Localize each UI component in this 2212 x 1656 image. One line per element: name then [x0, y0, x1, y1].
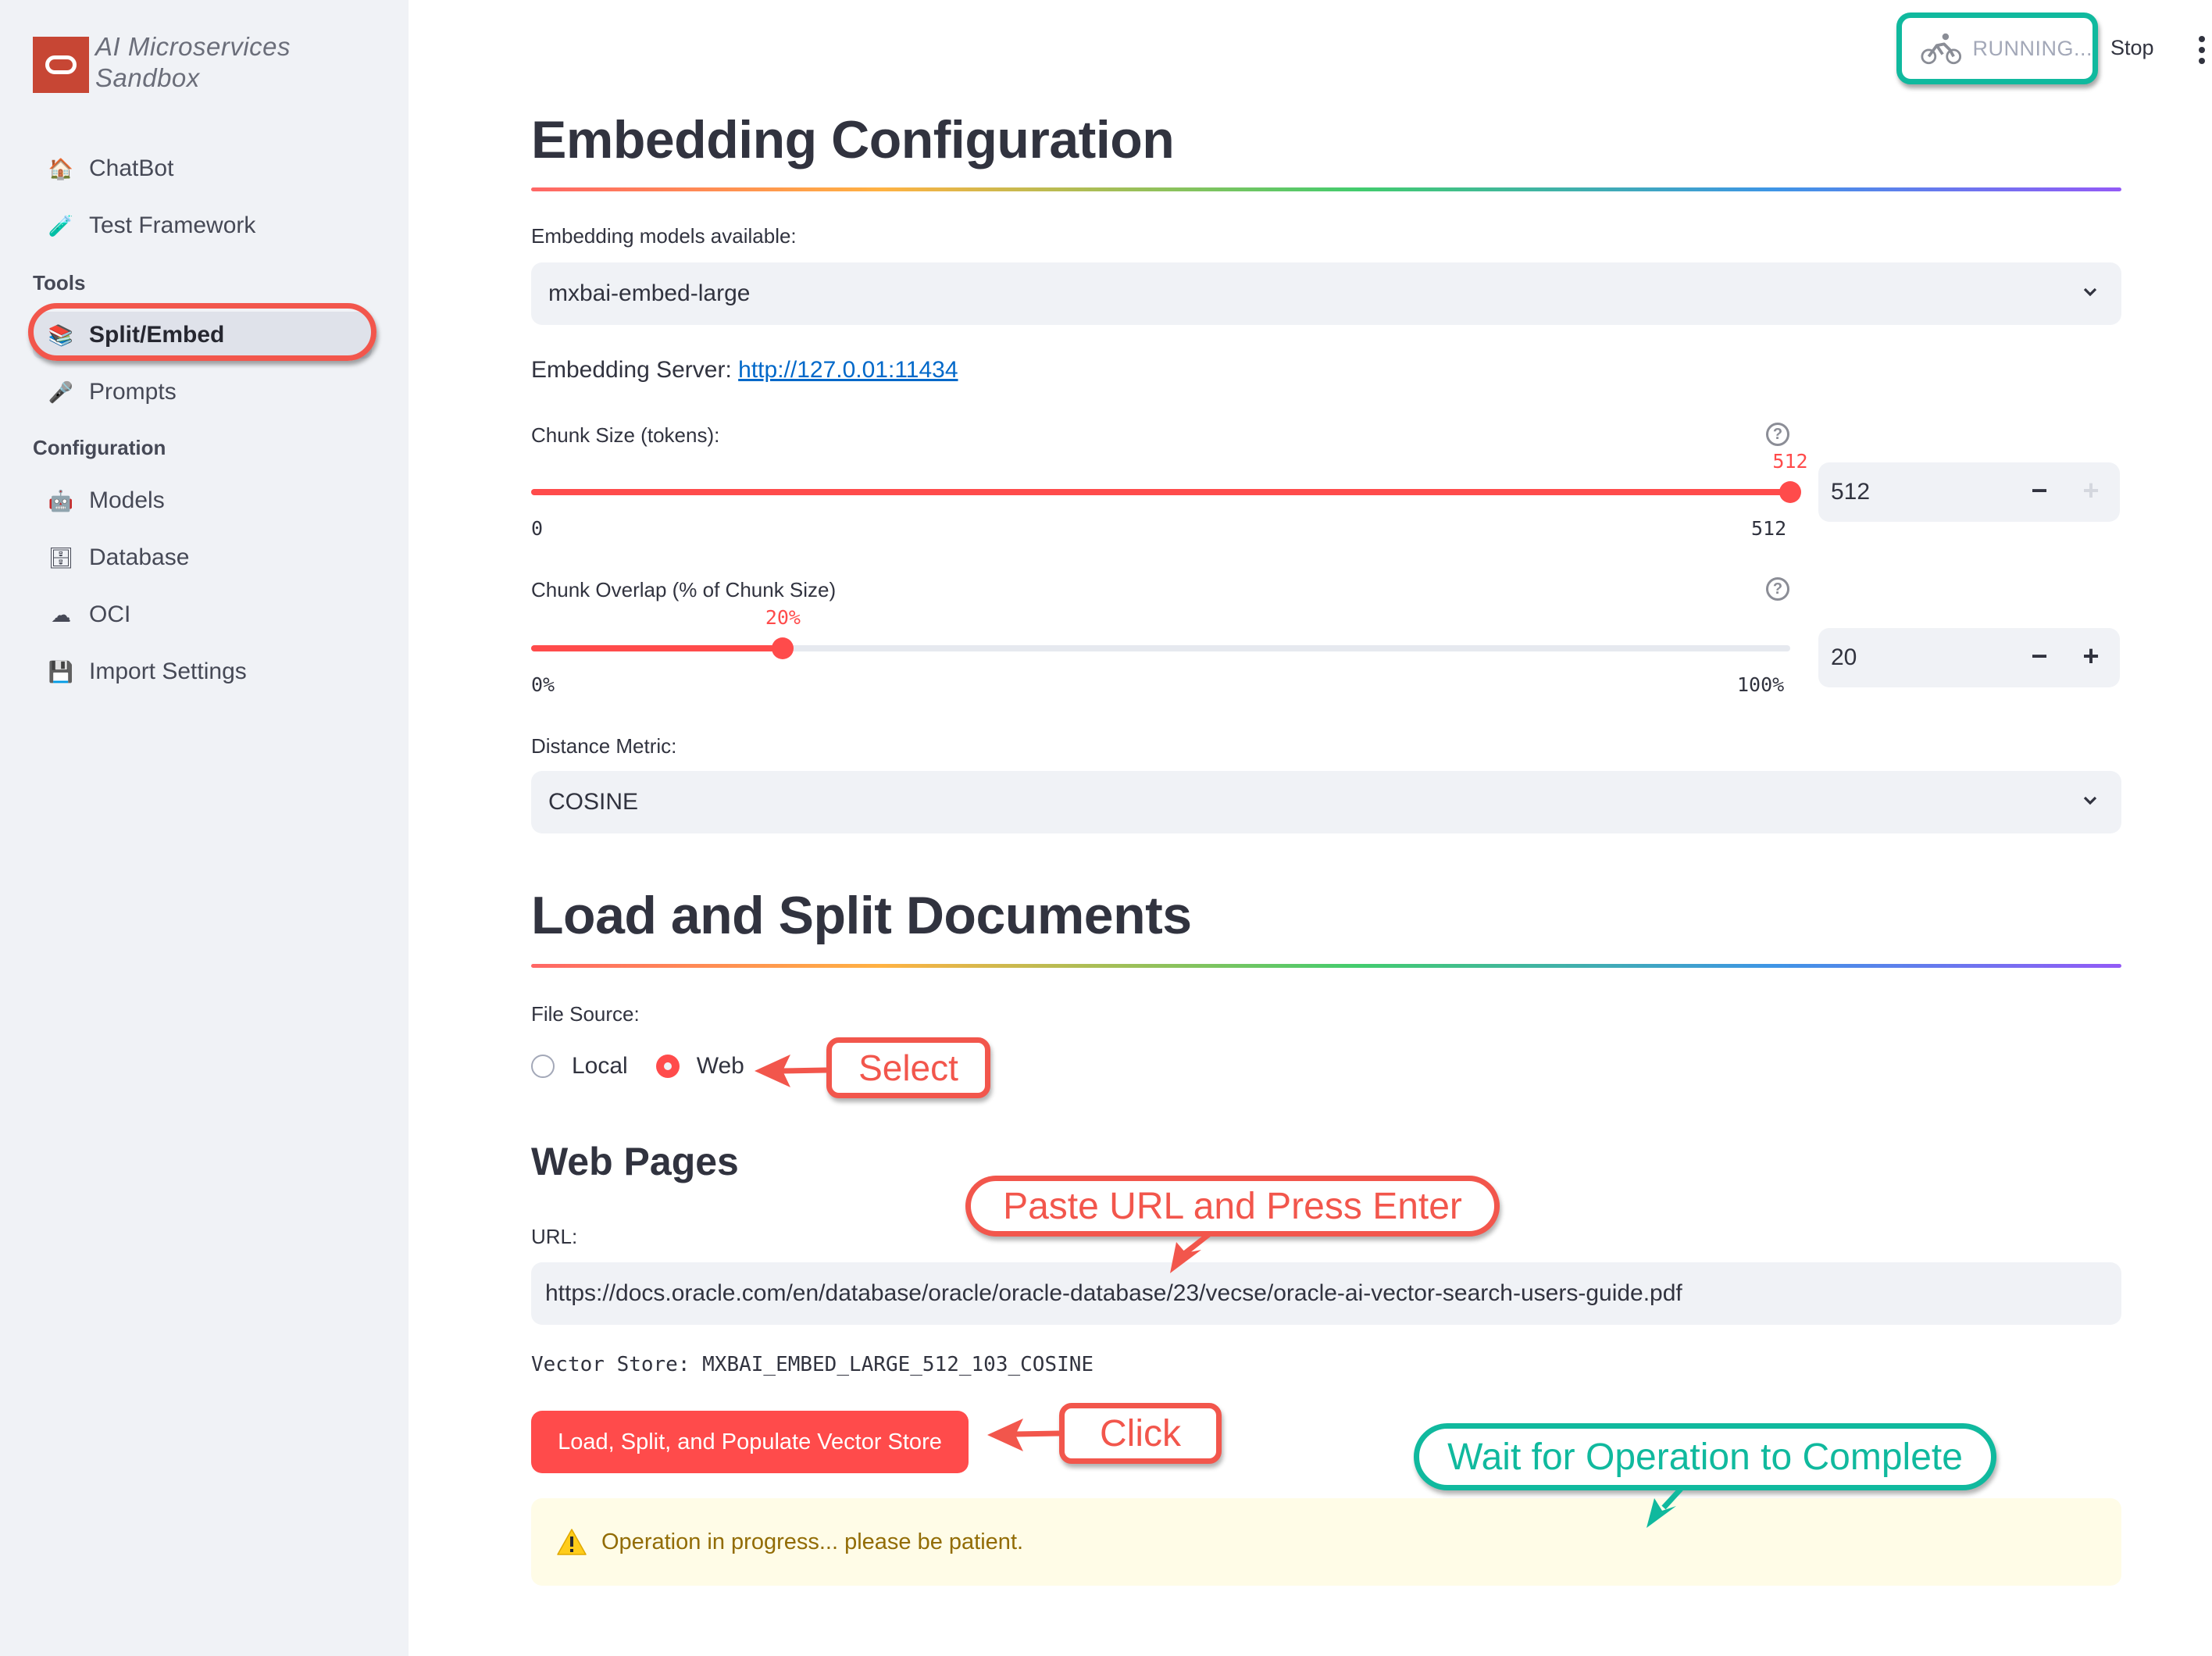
chunk-overlap-slider-fill: [531, 645, 783, 651]
app-title: AI Microservices Sandbox: [95, 31, 291, 94]
sidebar-item-test-framework[interactable]: 🧪 Test Framework: [33, 202, 372, 249]
sidebar-item-import-settings[interactable]: 💾 Import Settings: [33, 648, 372, 695]
chevron-down-icon: [2083, 287, 2097, 297]
chunk-size-slider[interactable]: 512: [531, 450, 1808, 503]
warning-text: Operation in progress... please be patie…: [601, 1529, 1024, 1554]
oracle-logo: [33, 37, 89, 93]
status-text: RUNNING...: [1972, 36, 2092, 60]
radio-option-web[interactable]: Web: [655, 1053, 744, 1080]
bicycle-icon: [1921, 33, 1962, 65]
chunk-overlap-slider[interactable]: 20%: [531, 606, 1790, 659]
embedding-server-label: Embedding Server:: [531, 357, 732, 383]
load-split-heading: Load and Split Documents: [531, 886, 1192, 945]
embedding-model-value: mxbai-embed-large: [548, 280, 751, 306]
radio-web[interactable]: [655, 1055, 680, 1078]
operation-in-progress-alert: Operation in progress... please be patie…: [531, 1498, 2121, 1586]
arrow-to-load-button: [987, 1419, 1060, 1451]
chunk-size-increment-button: +: [2082, 474, 2100, 506]
chevron-down-icon: [2083, 796, 2097, 805]
chunk-overlap-slider-thumb[interactable]: [772, 637, 794, 659]
web-pages-heading: Web Pages: [531, 1140, 739, 1183]
kebab-menu-icon[interactable]: [2199, 36, 2207, 64]
warning-icon: [557, 1529, 587, 1555]
vector-store-name: Vector Store: MXBAI_EMBED_LARGE_512_103_…: [531, 1353, 1094, 1376]
chunk-size-max-label: 512: [1751, 517, 1787, 540]
file-source-radio-group: Local Web: [531, 1053, 772, 1080]
embedding-configuration-heading: Embedding Configuration: [531, 110, 1175, 170]
heading-divider: [531, 964, 2121, 968]
distance-metric-label: Distance Metric:: [531, 734, 677, 758]
chunk-size-label: Chunk Size (tokens):: [531, 423, 720, 447]
chunk-size-slider-thumb[interactable]: [1779, 481, 1801, 503]
annotation-wait-callout: Wait for Operation to Complete: [1414, 1423, 1996, 1490]
chunk-overlap-increment-button[interactable]: +: [2073, 639, 2109, 675]
file-source-label: File Source:: [531, 1002, 640, 1026]
test-tube-icon: 🧪: [48, 213, 74, 237]
radio-option-local[interactable]: Local: [531, 1053, 628, 1080]
sidebar-item-label: Prompts: [89, 379, 177, 405]
chunk-size-slider-value: 512: [1772, 450, 1808, 473]
heading-divider: [531, 187, 2121, 191]
annotation-paste-url-callout: Paste URL and Press Enter: [965, 1176, 1500, 1237]
sidebar-item-prompts[interactable]: 🎤 Prompts: [33, 369, 372, 416]
sidebar-section-tools: Tools: [33, 271, 86, 294]
sidebar-item-oci[interactable]: ☁ OCI: [33, 591, 372, 638]
sidebar-item-label: Split/Embed: [89, 322, 225, 348]
chunk-overlap-max-label: 100%: [1737, 673, 1785, 696]
app-title-line1: AI Microservices: [95, 32, 291, 61]
file-cabinet-icon: 🗄: [48, 545, 74, 569]
stop-button[interactable]: Stop: [2110, 36, 2154, 60]
chunk-size-decrement-button[interactable]: −: [2021, 473, 2057, 509]
embedding-server-line: Embedding Server: http://127.0.01:11434: [531, 357, 958, 384]
sidebar-section-configuration: Configuration: [33, 436, 166, 459]
embedding-models-label: Embedding models available:: [531, 224, 797, 248]
running-status-indicator: RUNNING...: [1896, 12, 2098, 84]
chunk-overlap-label: Chunk Overlap (% of Chunk Size): [531, 578, 837, 601]
chunk-size-slider-fill: [531, 489, 1790, 495]
sidebar-item-models[interactable]: 🤖 Models: [33, 477, 372, 524]
chunk-size-stepper[interactable]: 512 − +: [1818, 462, 2120, 522]
books-icon: 📚: [48, 323, 74, 347]
distance-metric-value: COSINE: [548, 789, 639, 815]
chunk-overlap-help-icon[interactable]: ?: [1766, 577, 1789, 601]
radio-label-local: Local: [572, 1053, 628, 1079]
sidebar-item-split-embed[interactable]: 📚 Split/Embed: [33, 312, 372, 359]
url-input[interactable]: [531, 1262, 2121, 1325]
chunk-size-input[interactable]: 512: [1831, 479, 1870, 505]
distance-metric-select[interactable]: COSINE: [531, 771, 2121, 833]
radio-local[interactable]: [531, 1055, 555, 1078]
house-icon: 🏠: [48, 156, 74, 180]
sidebar-item-label: Test Framework: [89, 212, 256, 238]
sidebar-item-label: Models: [89, 487, 165, 513]
app-title-line2: Sandbox: [95, 63, 200, 92]
radio-label-web: Web: [696, 1053, 744, 1079]
annotation-click-callout: Click: [1059, 1403, 1222, 1464]
sidebar-item-label: Database: [89, 544, 190, 570]
sidebar-item-database[interactable]: 🗄 Database: [33, 534, 372, 581]
chunk-size-help-icon[interactable]: ?: [1766, 423, 1789, 446]
url-label: URL:: [531, 1225, 578, 1248]
embedding-model-select[interactable]: mxbai-embed-large: [531, 262, 2121, 325]
annotation-select-callout: Select: [826, 1037, 990, 1098]
sidebar-item-chatbot[interactable]: 🏠 ChatBot: [33, 145, 372, 192]
chunk-overlap-min-label: 0%: [531, 673, 555, 696]
sidebar-item-label: ChatBot: [89, 155, 174, 181]
sidebar-item-label: Import Settings: [89, 658, 247, 684]
robot-icon: 🤖: [48, 488, 74, 512]
sidebar: AI Microservices Sandbox 🏠 ChatBot 🧪 Tes…: [0, 0, 409, 1656]
sidebar-item-label: OCI: [89, 601, 131, 627]
microphone-icon: 🎤: [48, 380, 74, 404]
floppy-disk-icon: 💾: [48, 659, 74, 683]
chunk-overlap-slider-value: 20%: [765, 606, 801, 629]
chunk-overlap-stepper[interactable]: 20 − +: [1818, 628, 2120, 687]
chunk-overlap-decrement-button[interactable]: −: [2021, 639, 2057, 675]
load-split-populate-button[interactable]: Load, Split, and Populate Vector Store: [531, 1411, 969, 1473]
embedding-server-link[interactable]: http://127.0.01:11434: [738, 357, 958, 383]
cloud-icon: ☁: [51, 602, 71, 626]
chunk-overlap-input[interactable]: 20: [1831, 644, 1857, 671]
chunk-size-min-label: 0: [531, 517, 544, 540]
